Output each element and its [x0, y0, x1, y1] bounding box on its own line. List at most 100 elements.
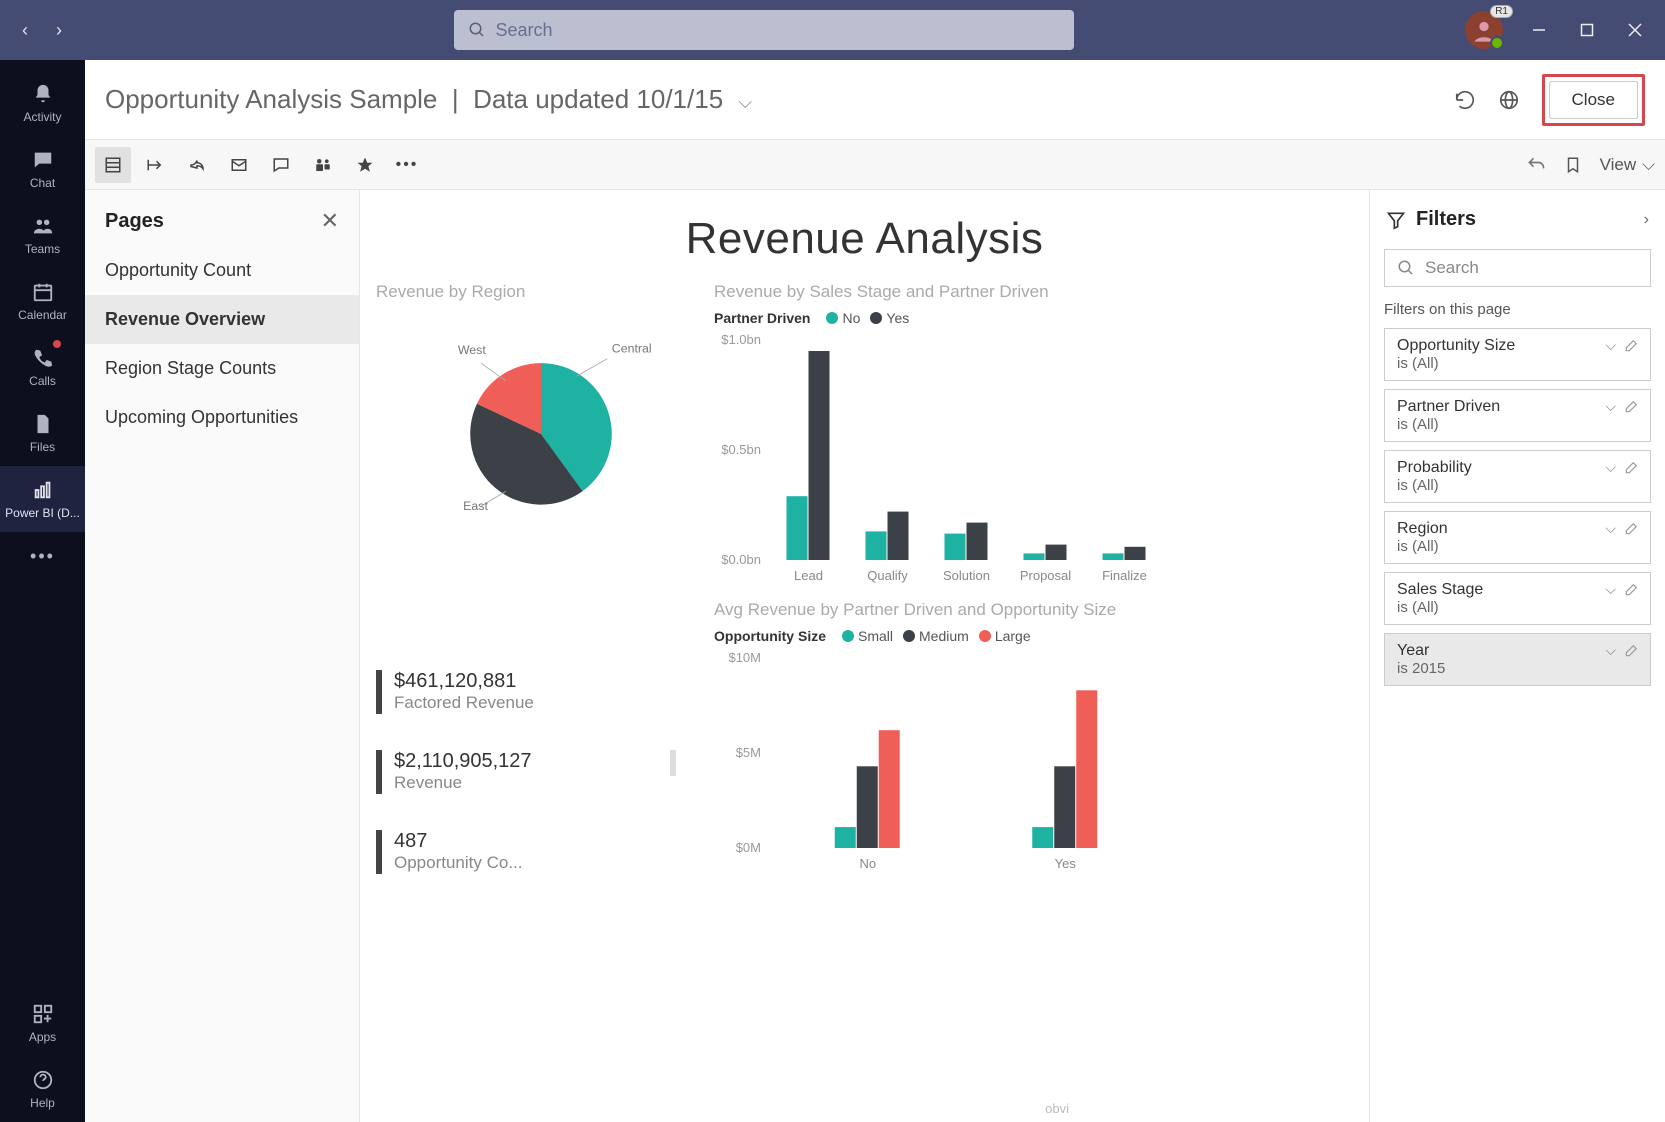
metric-label: Revenue — [394, 773, 532, 793]
metric-value: $461,120,881 — [394, 670, 534, 693]
minimize-button[interactable] — [1527, 18, 1551, 42]
rail-apps[interactable]: Apps — [0, 990, 85, 1056]
file-icon — [32, 412, 54, 436]
visual-title: Revenue by Region — [376, 282, 706, 302]
phone-icon — [32, 346, 54, 370]
chevron-down-icon: ⌵ — [1605, 337, 1616, 354]
rail-teams[interactable]: Teams — [0, 202, 85, 268]
close-button[interactable]: Close — [1549, 81, 1638, 119]
forward-button[interactable]: › — [56, 20, 62, 41]
svg-text:West: West — [458, 343, 487, 357]
svg-text:$0.5bn: $0.5bn — [721, 442, 761, 457]
svg-text:$1.0bn: $1.0bn — [721, 332, 761, 347]
funnel-icon — [1386, 210, 1406, 230]
chevron-down-icon: ⌵ — [1605, 520, 1616, 537]
filter-name: Opportunity Size — [1397, 337, 1605, 355]
favorite-button[interactable] — [347, 147, 383, 183]
legend: Partner Driven No Yes — [714, 310, 1353, 326]
metric-accent — [376, 670, 382, 714]
sparkline — [670, 750, 676, 776]
svg-text:Central: Central — [612, 341, 652, 355]
rail-label: Chat — [30, 176, 55, 190]
page-item[interactable]: Upcoming Opportunities — [85, 393, 359, 442]
teams-chat-button[interactable] — [305, 147, 341, 183]
back-button[interactable]: ‹ — [22, 20, 28, 41]
chart-icon — [32, 478, 54, 502]
expand-filters-button[interactable]: › — [1644, 211, 1649, 229]
close-highlight: Close — [1542, 74, 1645, 126]
eraser-icon — [1624, 339, 1638, 353]
filter-card[interactable]: Regionis (All)⌵ — [1384, 511, 1651, 564]
bookmark-button[interactable] — [1564, 155, 1582, 175]
undo-button[interactable] — [1526, 155, 1546, 175]
visual-title: Avg Revenue by Partner Driven and Opport… — [714, 600, 1353, 620]
pages-header: Pages — [105, 210, 164, 233]
more-button[interactable]: ••• — [389, 147, 425, 183]
rail-powerbi[interactable]: Power BI (D... — [0, 466, 85, 532]
rail-chat[interactable]: Chat — [0, 136, 85, 202]
rail-label: Files — [30, 440, 55, 454]
bar-visual-2[interactable]: Avg Revenue by Partner Driven and Opport… — [714, 600, 1353, 910]
share-button[interactable] — [179, 147, 215, 183]
filter-card[interactable]: Opportunity Sizeis (All)⌵ — [1384, 328, 1651, 381]
presence-indicator — [1490, 36, 1504, 50]
subscribe-button[interactable] — [221, 147, 257, 183]
maximize-button[interactable] — [1575, 18, 1599, 42]
refresh-button[interactable] — [1454, 89, 1476, 111]
svg-text:Finalize: Finalize — [1102, 568, 1147, 583]
report-toolbar: ••• View ⌵ — [85, 140, 1665, 190]
legend: Opportunity Size Small Medium Large — [714, 628, 1353, 644]
pie-chart: Central East West — [426, 310, 656, 540]
filter-card[interactable]: Yearis 2015⌵ — [1384, 633, 1651, 686]
page-item[interactable]: Opportunity Count — [85, 246, 359, 295]
rail-help[interactable]: Help — [0, 1056, 85, 1122]
rail-label: Calendar — [18, 308, 67, 322]
close-window-button[interactable] — [1623, 18, 1647, 42]
avatar-badge: R1 — [1490, 5, 1513, 18]
globe-button[interactable] — [1498, 89, 1520, 111]
filter-name: Sales Stage — [1397, 581, 1605, 599]
page-item[interactable]: Region Stage Counts — [85, 344, 359, 393]
user-avatar[interactable]: R1 — [1465, 11, 1503, 49]
page-item[interactable]: Revenue Overview — [85, 295, 359, 344]
chevron-down-icon: ⌵ — [1605, 642, 1616, 659]
svg-text:$5M: $5M — [736, 745, 761, 760]
report-title-dropdown[interactable]: Opportunity Analysis Sample | Data updat… — [105, 84, 752, 115]
rail-files[interactable]: Files — [0, 400, 85, 466]
legend-dot — [826, 312, 838, 324]
export-button[interactable] — [137, 147, 173, 183]
bar-visual-1[interactable]: Revenue by Sales Stage and Partner Drive… — [714, 282, 1353, 590]
filter-card[interactable]: Partner Drivenis (All)⌵ — [1384, 389, 1651, 442]
filter-name: Region — [1397, 520, 1605, 538]
view-menu[interactable]: View ⌵ — [1600, 155, 1655, 175]
rail-more[interactable]: ••• — [30, 532, 55, 581]
legend-dot — [903, 630, 915, 642]
notification-dot — [53, 340, 61, 348]
svg-text:East: East — [463, 499, 488, 513]
metric-card[interactable]: $461,120,881 Factored Revenue — [376, 670, 676, 714]
close-pages-button[interactable]: ✕ — [321, 208, 339, 234]
global-search[interactable]: Search — [454, 10, 1074, 50]
rail-calendar[interactable]: Calendar — [0, 268, 85, 334]
metric-card[interactable]: 487 Opportunity Co... — [376, 830, 676, 874]
visual-title: Revenue by Sales Stage and Partner Drive… — [714, 282, 1353, 302]
filter-search[interactable]: Search — [1384, 249, 1651, 287]
rail-calls[interactable]: Calls — [0, 334, 85, 400]
rail-activity[interactable]: Activity — [0, 70, 85, 136]
filter-name: Year — [1397, 642, 1605, 660]
filter-name: Probability — [1397, 459, 1605, 477]
metric-card[interactable]: $2,110,905,127 Revenue — [376, 750, 676, 794]
comment-button[interactable] — [263, 147, 299, 183]
metric-accent — [376, 750, 382, 794]
legend-dot — [979, 630, 991, 642]
rail-label: Apps — [29, 1030, 56, 1044]
filter-card[interactable]: Probabilityis (All)⌵ — [1384, 450, 1651, 503]
pages-pane-toggle[interactable] — [95, 147, 131, 183]
apps-icon — [32, 1002, 54, 1026]
bar-chart-2: $0M$5M$10MNoYes — [714, 648, 1174, 878]
page-title: Revenue Analysis — [376, 214, 1353, 264]
filter-value: is (All) — [1397, 416, 1605, 433]
pie-visual[interactable]: Revenue by Region Central East West — [376, 282, 706, 590]
rail-label: Activity — [23, 110, 61, 124]
filter-card[interactable]: Sales Stageis (All)⌵ — [1384, 572, 1651, 625]
